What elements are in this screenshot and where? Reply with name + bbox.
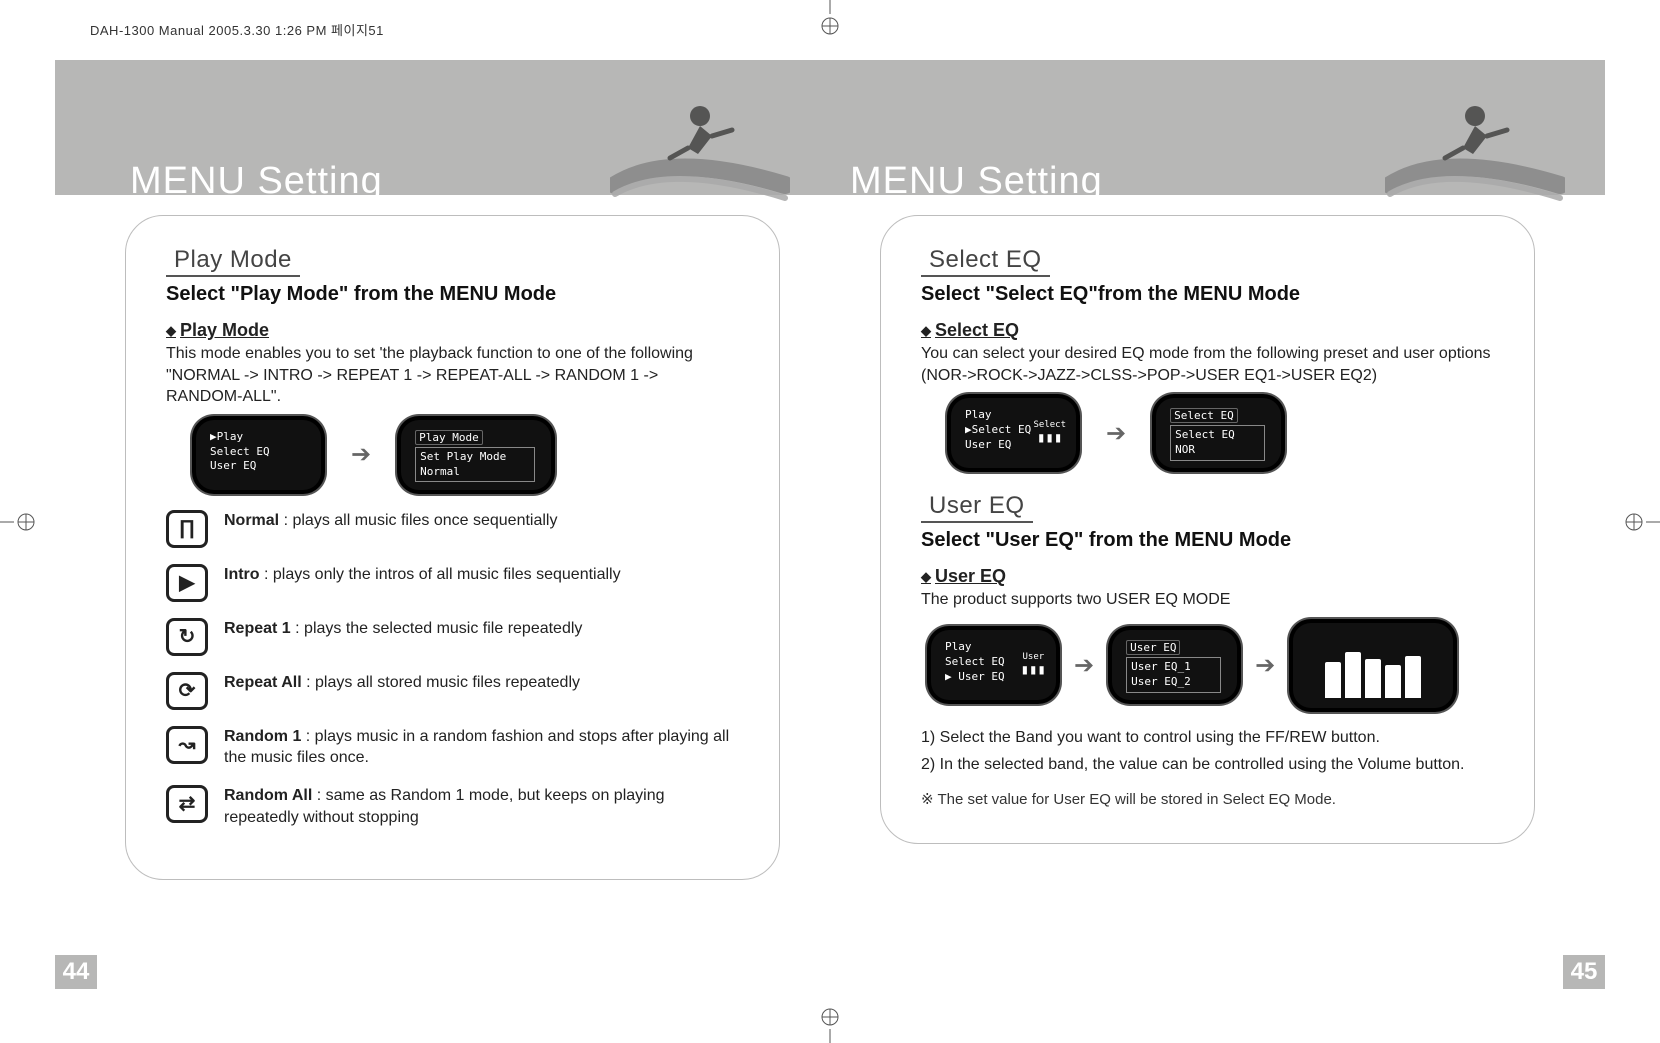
lcd-line: Normal — [420, 465, 530, 480]
snowboarder-graphic — [1385, 90, 1565, 210]
page-title: MENU Setting — [850, 160, 1103, 203]
lcd-row: Play Select EQ ▶ User EQ User▮▮▮ ➔ User … — [931, 623, 1494, 708]
lcd-row: Play ▶Select EQ User EQ Select▮▮▮ ➔ Sele… — [951, 398, 1494, 468]
normal-icon: ∏ — [166, 510, 208, 548]
lcd-title: Play Mode — [415, 430, 483, 445]
body-text: This mode enables you to set 'the playba… — [166, 343, 739, 408]
crop-mark-bottom — [810, 1003, 850, 1043]
crop-mark-top — [810, 0, 850, 40]
mode-item-randomall: ⇄ Random All : same as Random 1 mode, bu… — [166, 785, 739, 828]
random1-icon: ↝ — [166, 726, 208, 764]
lcd-screen-1: Play ▶Select EQ User EQ Select▮▮▮ — [951, 398, 1076, 468]
snowboarder-graphic — [610, 90, 790, 210]
eq-graphic — [1293, 623, 1453, 708]
sub-heading-selecteq: Select EQ — [921, 320, 1019, 341]
lcd-title: Select EQ — [1170, 408, 1238, 423]
crop-mark-left — [0, 502, 40, 542]
page-spread: MENU Setting Play Mode Select "Play Mode… — [55, 60, 1605, 983]
mode-item-random1: ↝ Random 1 : plays music in a random fas… — [166, 726, 739, 769]
intro-icon: ▶ — [166, 564, 208, 602]
mode-item-normal: ∏ Normal : plays all music files once se… — [166, 510, 739, 548]
content-box-right: Select EQ Select "Select EQ"from the MEN… — [880, 215, 1535, 844]
arrow-icon: ➔ — [1106, 419, 1126, 448]
lcd-line: User EQ_1 — [1131, 660, 1216, 675]
lcd-screen-2: Select EQ Select EQ NOR — [1156, 398, 1281, 468]
lcd-line: Set Play Mode — [420, 450, 530, 465]
mode-text: Intro : plays only the intros of all mus… — [224, 564, 621, 586]
lcd-line: User EQ — [210, 459, 305, 474]
section-title-usereq: User EQ — [921, 492, 1033, 523]
lcd-line: Select EQ — [210, 445, 305, 460]
lcd-line: NOR — [1175, 443, 1260, 458]
mode-list: ∏ Normal : plays all music files once se… — [166, 510, 739, 828]
page-left: MENU Setting Play Mode Select "Play Mode… — [55, 60, 830, 983]
lcd-badge: Select▮▮▮ — [1033, 420, 1066, 446]
lcd-line: Select EQ — [1175, 428, 1260, 443]
lcd-screen-1: ▶Play Select EQ User EQ — [196, 420, 321, 490]
lcd-badge: User▮▮▮ — [1021, 652, 1046, 678]
section-title-playmode: Play Mode — [166, 246, 300, 277]
document-header-line: DAH-1300 Manual 2005.3.30 1:26 PM 페이지51 — [90, 20, 384, 39]
lcd-title: User EQ — [1126, 640, 1180, 655]
lcd-screen-1: Play Select EQ ▶ User EQ User▮▮▮ — [931, 630, 1056, 700]
section-title-selecteq: Select EQ — [921, 246, 1050, 277]
repeatall-icon: ⟳ — [166, 672, 208, 710]
section-subtitle: Select "Select EQ"from the MENU Mode — [921, 283, 1494, 306]
lcd-row: ▶Play Select EQ User EQ ➔ Play Mode Set … — [196, 420, 739, 490]
page-title: MENU Setting — [130, 160, 383, 203]
section-subtitle: Select "User EQ" from the MENU Mode — [921, 529, 1494, 552]
arrow-icon: ➔ — [1074, 651, 1094, 680]
page-number-left: 44 — [55, 955, 97, 989]
content-box-left: Play Mode Select "Play Mode" from the ME… — [125, 215, 780, 880]
page-number-right: 45 — [1563, 955, 1605, 989]
mode-text: Random All : same as Random 1 mode, but … — [224, 785, 739, 828]
mode-text: Random 1 : plays music in a random fashi… — [224, 726, 739, 769]
lcd-line: ▶Play — [210, 430, 305, 445]
mode-item-repeat1: ↻ Repeat 1 : plays the selected music fi… — [166, 618, 739, 656]
crop-mark-right — [1620, 502, 1660, 542]
lcd-screen-2: User EQ User EQ_1 User EQ_2 — [1112, 630, 1237, 700]
step-2: 2) In the selected band, the value can b… — [921, 753, 1494, 776]
arrow-icon: ➔ — [351, 440, 371, 469]
mode-text: Repeat All : plays all stored music file… — [224, 672, 580, 694]
body-text: You can select your desired EQ mode from… — [921, 343, 1494, 386]
section-subtitle: Select "Play Mode" from the MENU Mode — [166, 283, 739, 306]
lcd-line: User EQ_2 — [1131, 675, 1216, 690]
step-1: 1) Select the Band you want to control u… — [921, 726, 1494, 749]
lcd-screen-2: Play Mode Set Play Mode Normal — [401, 420, 551, 490]
mode-item-repeatall: ⟳ Repeat All : plays all stored music fi… — [166, 672, 739, 710]
sub-heading-usereq: User EQ — [921, 566, 1006, 587]
note-text: The set value for User EQ will be stored… — [921, 790, 1494, 808]
mode-text: Normal : plays all music files once sequ… — [224, 510, 557, 532]
randomall-icon: ⇄ — [166, 785, 208, 823]
sub-heading-playmode: Play Mode — [166, 320, 269, 341]
repeat1-icon: ↻ — [166, 618, 208, 656]
page-right: MENU Setting Select EQ Select "Select EQ… — [830, 60, 1605, 983]
body-text: The product supports two USER EQ MODE — [921, 589, 1494, 611]
mode-text: Repeat 1 : plays the selected music file… — [224, 618, 582, 640]
mode-item-intro: ▶ Intro : plays only the intros of all m… — [166, 564, 739, 602]
arrow-icon: ➔ — [1255, 651, 1275, 680]
